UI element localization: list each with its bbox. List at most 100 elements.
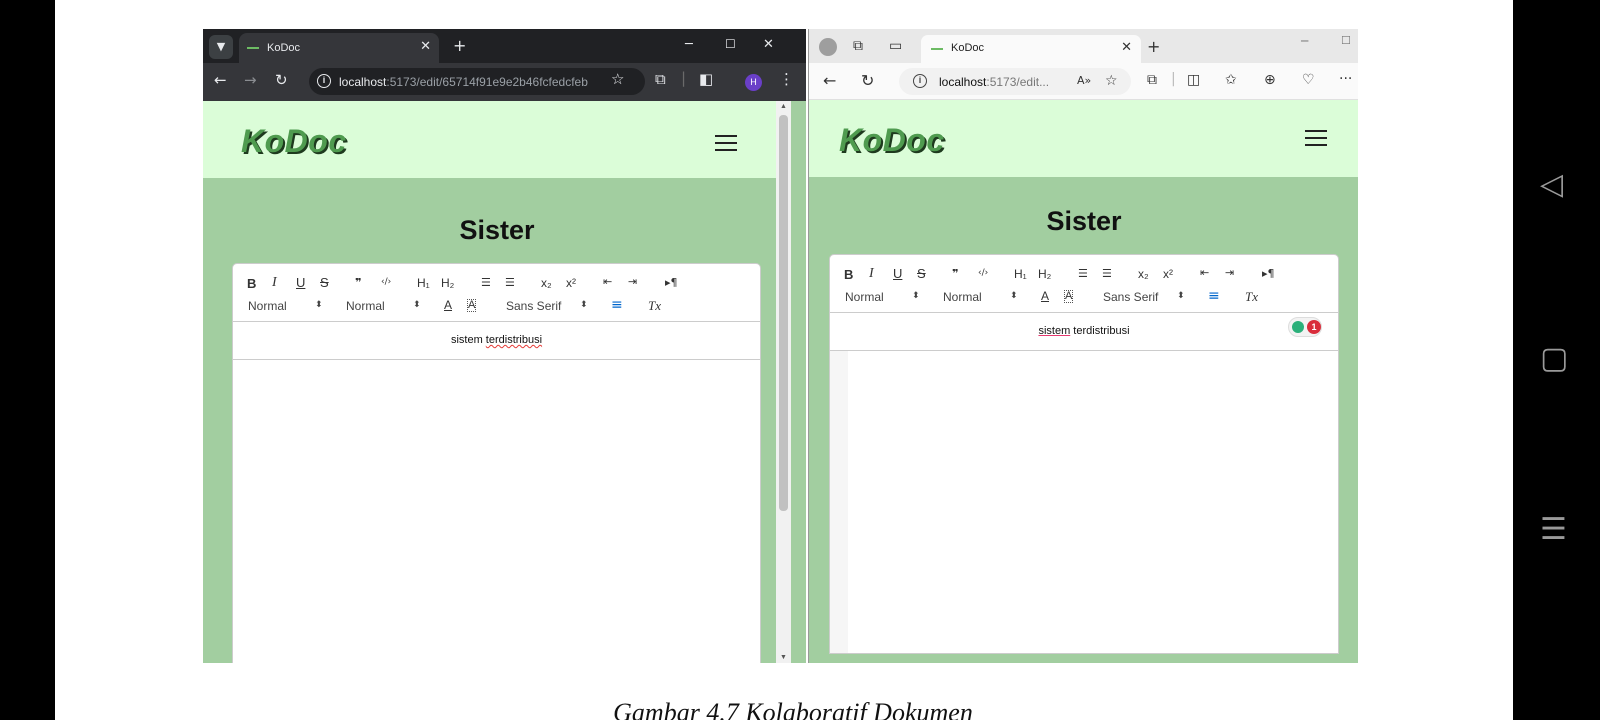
extensions-icon[interactable]: ⧉ (655, 72, 666, 87)
hamburger-menu-icon[interactable] (1305, 130, 1327, 146)
read-aloud-icon[interactable]: A» (1077, 75, 1091, 86)
indent-button[interactable]: ⇥ (1225, 267, 1234, 278)
background-color-button[interactable]: A (1064, 290, 1074, 303)
outdent-button[interactable]: ⇤ (1200, 267, 1209, 278)
edge-tab-close-icon[interactable]: ✕ (1121, 40, 1132, 55)
editor-text-line[interactable]: sistem terdistribusi (233, 334, 760, 346)
indent-button[interactable]: ⇥ (628, 276, 637, 287)
chrome-new-tab-button[interactable]: + (453, 36, 466, 55)
chrome-menu-icon[interactable]: ⋮ (779, 72, 794, 87)
font-select-arrow-icon[interactable]: ⬍ (1177, 292, 1185, 301)
blockquote-button[interactable]: ❞ (355, 277, 361, 288)
side-panel-icon[interactable]: ◧ (699, 72, 713, 87)
blockquote-button[interactable]: ❞ (952, 268, 958, 279)
align-button[interactable]: ≡ (1208, 289, 1220, 303)
underline-button[interactable]: U (296, 276, 305, 289)
edge-maximize-icon[interactable]: ☐ (1341, 35, 1351, 46)
italic-button[interactable]: I (272, 276, 277, 290)
site-info-icon[interactable]: i (913, 74, 927, 88)
collections-icon[interactable]: ⊕ (1264, 73, 1276, 87)
align-button[interactable]: ≡ (611, 298, 623, 312)
text-direction-button[interactable]: ▸¶ (1262, 268, 1275, 279)
hamburger-menu-icon[interactable] (715, 135, 737, 151)
strike-button[interactable]: S (917, 267, 926, 280)
outdent-button[interactable]: ⇤ (603, 276, 612, 287)
size-select[interactable]: Normal (248, 300, 287, 312)
scrollbar-thumb[interactable] (779, 115, 788, 511)
clean-format-button[interactable]: Tx (648, 299, 661, 312)
edge-back-icon[interactable]: ← (823, 73, 836, 89)
favorites-icon[interactable]: ✩ (1225, 73, 1237, 87)
tab-search-dropdown-icon[interactable]: ▼ (209, 35, 233, 59)
clean-format-button[interactable]: Tx (1245, 290, 1258, 303)
header-select[interactable]: Normal (346, 300, 385, 312)
font-select[interactable]: Sans Serif (506, 300, 561, 312)
size-select-arrow-icon[interactable]: ⬍ (315, 301, 323, 310)
code-block-button[interactable]: ‹/› (381, 278, 391, 287)
workspaces-icon[interactable]: ⧉ (853, 39, 863, 53)
edge-profile-icon[interactable] (819, 38, 837, 56)
scroll-up-arrow-icon[interactable]: ▲ (780, 103, 787, 110)
font-select-arrow-icon[interactable]: ⬍ (580, 301, 588, 310)
chrome-address-bar[interactable]: i localhost:5173/edit/65714f91e9e2b46fcf… (309, 68, 645, 95)
edge-more-icon[interactable]: ··· (1339, 72, 1352, 86)
edge-reload-icon[interactable]: ↻ (861, 73, 874, 89)
subscript-button[interactable]: x₂ (541, 277, 552, 289)
code-block-button[interactable]: ‹/› (978, 269, 988, 278)
header-1-button[interactable]: H₁ (417, 277, 430, 289)
tab-actions-icon[interactable]: ▭ (889, 39, 902, 53)
chrome-maximize-icon[interactable]: ☐ (725, 37, 736, 51)
edge-new-tab-button[interactable]: + (1147, 39, 1160, 55)
android-back-icon[interactable]: ◁ (1540, 170, 1563, 200)
chrome-minimize-icon[interactable]: ─ (685, 37, 693, 52)
chrome-back-icon[interactable]: ← (214, 73, 227, 88)
superscript-button[interactable]: x² (1163, 268, 1173, 280)
text-color-button[interactable]: A (1041, 290, 1049, 302)
ordered-list-button[interactable]: ☰ (481, 277, 491, 288)
split-screen-icon[interactable]: ◫ (1187, 73, 1200, 87)
profile-avatar[interactable]: H (745, 74, 762, 91)
ordered-list-button[interactable]: ☰ (1078, 268, 1088, 279)
subscript-button[interactable]: x₂ (1138, 268, 1149, 280)
chrome-forward-icon[interactable]: → (244, 73, 257, 88)
header-2-button[interactable]: H₂ (441, 277, 454, 289)
edge-address-bar[interactable]: i localhost:5173/edit... A» ☆ (899, 68, 1131, 95)
underline-button[interactable]: U (893, 267, 902, 280)
extensions-icon[interactable]: ⧉ (1147, 73, 1157, 87)
bullet-list-button[interactable]: ☰ (1102, 268, 1112, 279)
chrome-tab-kodoc[interactable]: KoDoc ✕ (239, 33, 439, 63)
header-select[interactable]: Normal (943, 291, 982, 303)
grammar-checker-badge[interactable]: 1 (1288, 317, 1322, 337)
header-select-arrow-icon[interactable]: ⬍ (413, 301, 421, 310)
favorite-star-icon[interactable]: ☆ (1105, 74, 1118, 88)
strike-button[interactable]: S (320, 276, 329, 289)
bookmark-star-icon[interactable]: ☆ (611, 72, 624, 87)
android-menu-icon[interactable]: ☰ (1540, 515, 1567, 545)
bold-button[interactable]: B (844, 268, 853, 281)
text-color-button[interactable]: A (444, 299, 452, 311)
superscript-button[interactable]: x² (566, 277, 576, 289)
chrome-scrollbar[interactable]: ▲ ▼ (776, 101, 791, 663)
header-1-button[interactable]: H₁ (1014, 268, 1027, 280)
background-color-button[interactable]: A (467, 299, 477, 312)
chrome-close-window-icon[interactable]: ✕ (763, 37, 774, 52)
browser-essentials-icon[interactable]: ♡ (1302, 73, 1315, 87)
font-select[interactable]: Sans Serif (1103, 291, 1158, 303)
bold-button[interactable]: B (247, 277, 256, 290)
edge-minimize-icon[interactable]: ─ (1301, 35, 1308, 47)
size-select[interactable]: Normal (845, 291, 884, 303)
kodoc-logo[interactable]: KoDoc (241, 123, 347, 160)
site-info-icon[interactable]: i (317, 74, 331, 88)
android-home-icon[interactable]: ▢ (1540, 344, 1568, 374)
text-direction-button[interactable]: ▸¶ (665, 277, 678, 288)
edge-tab-kodoc[interactable]: KoDoc ✕ (921, 35, 1141, 63)
header-select-arrow-icon[interactable]: ⬍ (1010, 292, 1018, 301)
header-2-button[interactable]: H₂ (1038, 268, 1051, 280)
italic-button[interactable]: I (869, 267, 874, 281)
editor-text-line[interactable]: sistem terdistribusi (830, 325, 1338, 337)
chrome-tab-close-icon[interactable]: ✕ (420, 39, 431, 54)
chrome-reload-icon[interactable]: ↻ (275, 73, 288, 88)
kodoc-logo[interactable]: KoDoc (839, 122, 945, 159)
size-select-arrow-icon[interactable]: ⬍ (912, 292, 920, 301)
bullet-list-button[interactable]: ☰ (505, 277, 515, 288)
